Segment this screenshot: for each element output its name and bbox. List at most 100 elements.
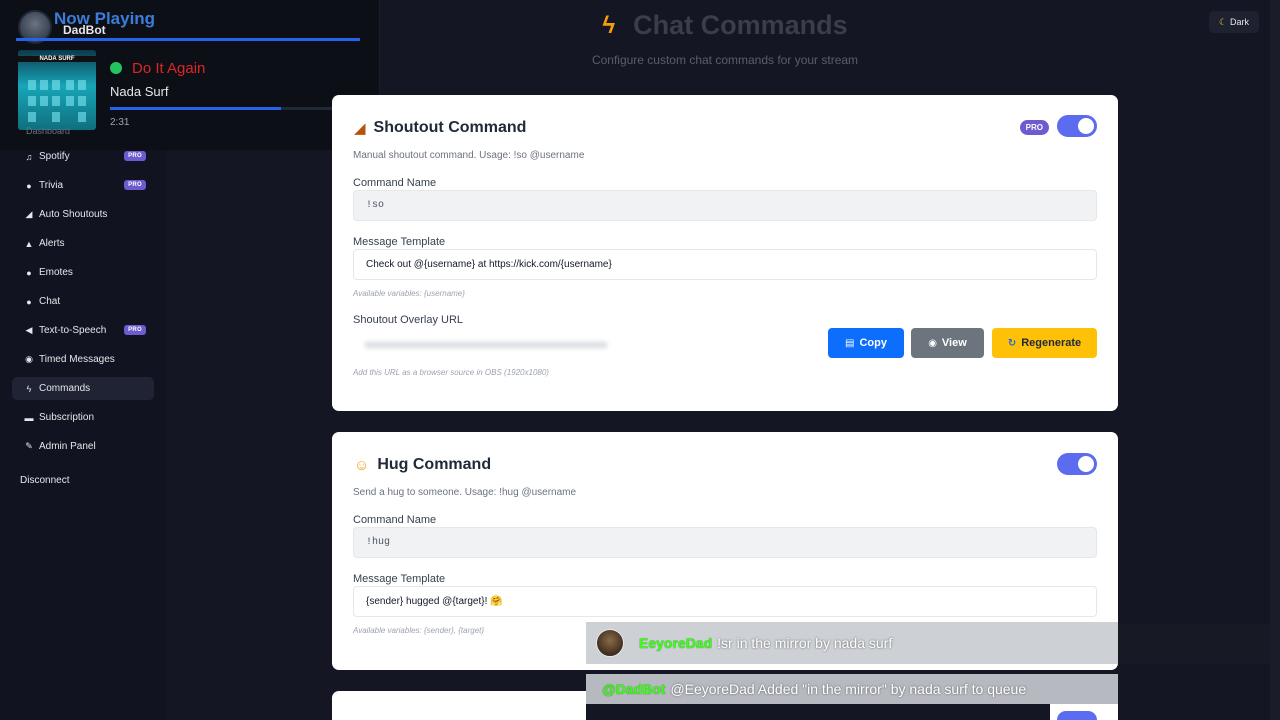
- next-command-card: [332, 691, 586, 720]
- sidebar-item-label: Timed Messages: [39, 354, 115, 365]
- chat-overlay-backdrop: [1118, 624, 1270, 664]
- bot-name: DadBot: [63, 23, 106, 37]
- shoutout-command-card: ◢ Shoutout Command PRO Manual shoutout co…: [332, 95, 1118, 411]
- now-playing-divider: [16, 38, 360, 41]
- lightning-icon: ϟ: [602, 11, 616, 39]
- pro-badge: PRO: [1019, 120, 1049, 135]
- chat-message-row: @DadBot @EeyoreDad Added "in the mirror"…: [586, 674, 1118, 704]
- overlay-url-field[interactable]: ▮▮▮▮▮▮▮▮▮▮▮▮▮▮▮▮▮▮▮▮▮▮▮▮▮▮▮▮▮▮▮▮▮▮▮▮▮▮▮▮…: [353, 331, 813, 357]
- megaphone-icon: ◢: [354, 120, 366, 137]
- command-name-label: Command Name: [353, 514, 437, 526]
- card-title-text: Hug Command: [377, 456, 492, 473]
- sidebar-item-chat[interactable]: ● Chat: [12, 290, 154, 313]
- view-label: View: [941, 337, 967, 349]
- eye-icon: ◉: [928, 337, 937, 349]
- pro-badge: PRO: [124, 151, 146, 161]
- sidebar-item-label: Subscription: [39, 412, 95, 423]
- album-art-label: NADA SURF: [18, 56, 96, 62]
- pro-badge: PRO: [124, 180, 146, 190]
- page-title-text: Chat Commands: [633, 10, 848, 40]
- brain-icon: ●: [26, 180, 32, 191]
- credit-card-icon: ▬: [24, 412, 34, 423]
- view-overlay-button[interactable]: ◉ View: [911, 328, 984, 358]
- sidebar-item-text-to-speech[interactable]: ◀ Text-to-Speech PRO: [12, 319, 154, 342]
- card-description: Manual shoutout command. Usage: !so @use…: [353, 150, 585, 161]
- chat-username: @DadBot: [602, 681, 666, 697]
- sidebar-item-label: Chat: [39, 296, 61, 307]
- regenerate-url-button[interactable]: ↻ Regenerate: [992, 328, 1097, 358]
- command-name-label: Command Name: [353, 177, 437, 189]
- chat-message-text: !sr in the mirror by nada surf: [717, 635, 893, 651]
- overlay-url-hint: Add this URL as a browser source in OBS …: [353, 368, 549, 377]
- megaphone-icon: ◢: [25, 209, 33, 219]
- disconnect-link[interactable]: Disconnect: [20, 475, 69, 486]
- moon-icon: ☾: [1218, 16, 1228, 27]
- copy-url-button[interactable]: ▤ Copy: [828, 328, 904, 358]
- sidebar-item-alerts[interactable]: ▲ Alerts: [12, 232, 154, 255]
- album-art: NADA SURF: [18, 50, 96, 130]
- chat-message-text: @EeyoreDad Added "in the mirror" by nada…: [670, 681, 1027, 697]
- sidebar-item-trivia[interactable]: ● Trivia PRO: [12, 174, 154, 197]
- speech-bubble-icon: ●: [26, 296, 32, 307]
- sidebar-item-admin-panel[interactable]: ✎ Admin Panel: [12, 435, 154, 458]
- clipboard-icon: ▤: [845, 337, 855, 349]
- bell-icon: ▲: [24, 238, 34, 249]
- message-template-field[interactable]: Check out @{username} at https://kick.co…: [353, 249, 1097, 280]
- sidebar-item-commands[interactable]: ϟ Commands: [12, 377, 154, 400]
- song-progress-bar: [110, 107, 335, 110]
- sidebar-item-label: Text-to-Speech: [39, 325, 107, 336]
- chat-username: EeyoreDad: [639, 635, 713, 651]
- lightning-icon: ϟ: [26, 383, 32, 394]
- theme-toggle-button[interactable]: ☾ Dark: [1209, 11, 1259, 33]
- chat-user-avatar: [596, 629, 624, 657]
- now-playing-overlay: Now Playing DadBot NADA SURF Do It Again…: [0, 0, 380, 150]
- sidebar-item-label: Alerts: [39, 238, 65, 249]
- sidebar-item-label: Auto Shoutouts: [39, 209, 108, 220]
- sidebar-item-auto-shoutouts[interactable]: ◢ Auto Shoutouts: [12, 203, 154, 226]
- sidebar-item-label: Spotify: [39, 151, 70, 162]
- song-title: Do It Again: [132, 60, 206, 77]
- hug-enabled-toggle[interactable]: [1057, 453, 1097, 475]
- song-elapsed-time: 2:31: [110, 117, 130, 128]
- refresh-icon: ↻: [1007, 337, 1017, 349]
- available-variables-hint: Available variables: {username}: [353, 289, 465, 298]
- page-subtitle: Configure custom chat commands for your …: [591, 53, 859, 67]
- dashboard-ghost-label: Dashboard: [26, 126, 71, 136]
- card-title-text: Shoutout Command: [373, 119, 527, 136]
- music-note-icon: ♫: [25, 151, 33, 162]
- sidebar-nav: ♫ Spotify PRO ● Trivia PRO ◢ Auto Shoutouts ▲ Ale…: [12, 145, 154, 464]
- message-template-field[interactable]: {sender} hugged @{target}! 🤗: [353, 586, 1097, 617]
- copy-label: Copy: [859, 337, 887, 349]
- page-scrollbar[interactable]: [1270, 0, 1280, 720]
- available-variables-hint: Available variables: {sender}, {target}: [353, 626, 485, 635]
- chat-message-row: EeyoreDad !sr in the mirror by nada surf: [586, 622, 1118, 664]
- message-template-label: Message Template: [353, 236, 446, 248]
- playing-status-dot: [110, 62, 122, 74]
- song-artist: Nada Surf: [110, 84, 169, 99]
- speaker-icon: ◀: [25, 325, 33, 335]
- sidebar-item-label: Commands: [39, 383, 91, 394]
- page-header: ϟ Chat Commands Configure custom chat com…: [332, 10, 1118, 67]
- sidebar-item-emotes[interactable]: ● Emotes: [12, 261, 154, 284]
- command-name-field[interactable]: !so: [353, 190, 1097, 221]
- wrench-icon: ✎: [25, 441, 33, 451]
- hugging-face-icon: ☺: [354, 456, 370, 474]
- next-command-toggle[interactable]: [1057, 711, 1097, 720]
- sidebar-item-timed-messages[interactable]: ◉ Timed Messages: [12, 348, 154, 371]
- alarm-clock-icon: ◉: [25, 354, 33, 364]
- sidebar-item-label: Admin Panel: [39, 441, 96, 452]
- overlay-url-label: Shoutout Overlay URL: [353, 314, 464, 326]
- shoutout-enabled-toggle[interactable]: [1057, 115, 1097, 137]
- regenerate-label: Regenerate: [1021, 337, 1082, 349]
- card-title: ◢ Shoutout Command: [354, 119, 526, 137]
- page-title: ϟ Chat Commands: [602, 10, 847, 41]
- pro-badge: PRO: [124, 325, 146, 335]
- sidebar-item-label: Emotes: [39, 267, 73, 278]
- theme-label: Dark: [1230, 17, 1250, 27]
- message-template-label: Message Template: [353, 573, 446, 585]
- command-name-field[interactable]: !hug: [353, 527, 1097, 558]
- sidebar-item-subscription[interactable]: ▬ Subscription: [12, 406, 154, 429]
- card-title: ☺ Hug Command: [354, 456, 491, 474]
- song-progress-fill: [110, 107, 281, 110]
- card-description: Send a hug to someone. Usage: !hug @user…: [353, 487, 577, 498]
